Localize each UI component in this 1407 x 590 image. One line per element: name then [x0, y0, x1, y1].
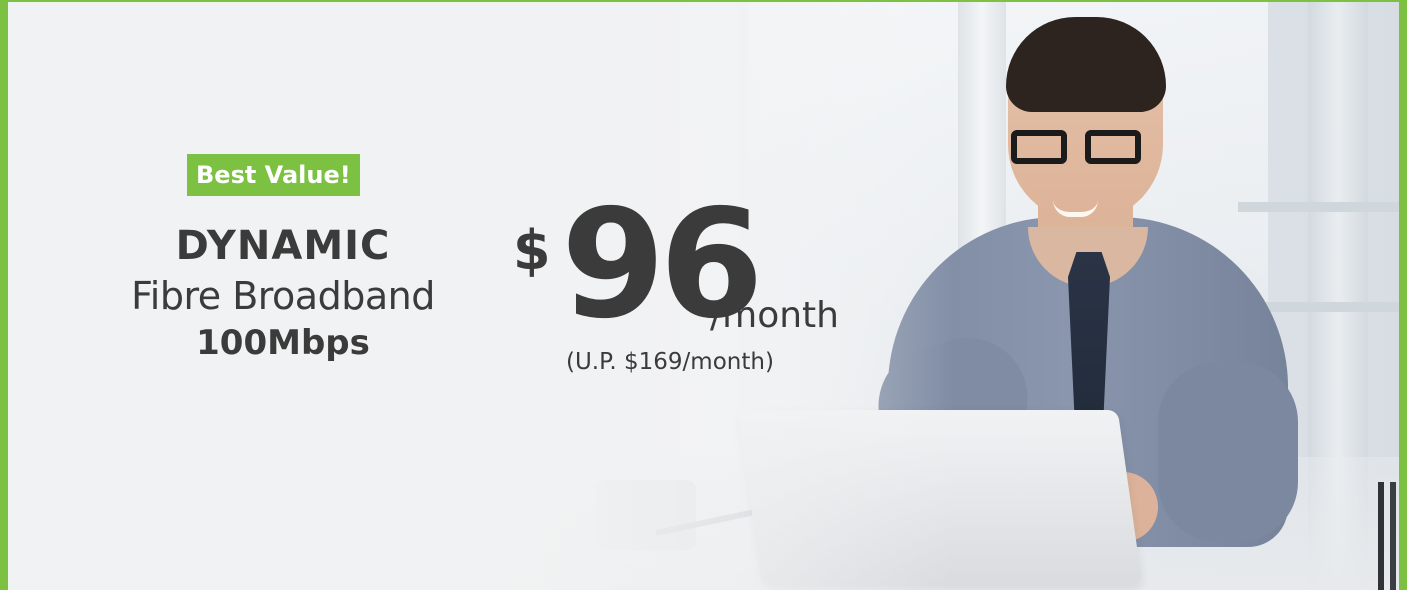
best-value-badge: Best Value!	[187, 154, 360, 196]
price-period: /month	[710, 295, 839, 336]
plan-speed: 100Mbps	[196, 323, 370, 363]
plan-info: DYNAMIC Fibre Broadband 100Mbps	[48, 220, 518, 366]
usual-price: (U.P. $169/month)	[566, 349, 774, 375]
plan-name: DYNAMIC	[175, 223, 391, 269]
promo-banner[interactable]: Best Value! DYNAMIC Fibre Broadband 100M…	[0, 0, 1407, 590]
plan-type: Fibre Broadband	[131, 274, 435, 318]
currency-symbol: $	[513, 219, 551, 282]
